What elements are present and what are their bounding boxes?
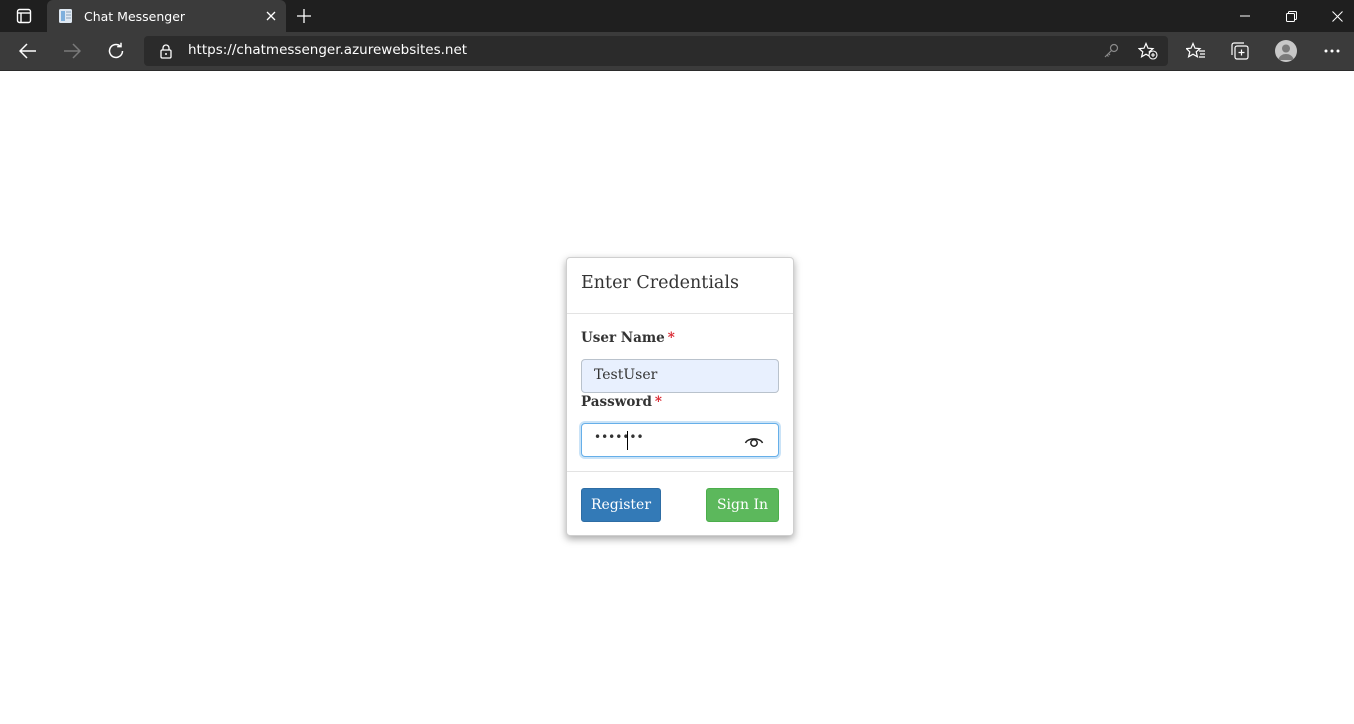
browser-tab[interactable]: Chat Messenger [47, 0, 286, 32]
back-arrow-icon[interactable] [11, 35, 45, 67]
close-window-icon[interactable] [1314, 0, 1354, 32]
password-label-text: Password [581, 394, 652, 410]
password-input[interactable]: ••••••• [581, 423, 779, 457]
password-label: Password * [581, 394, 662, 410]
profile-avatar-icon[interactable] [1270, 37, 1302, 65]
tab-title: Chat Messenger [84, 8, 186, 24]
favorites-icon[interactable] [1180, 37, 1212, 65]
tab-close-icon[interactable] [256, 0, 286, 32]
refresh-icon[interactable] [99, 35, 133, 67]
tab-actions-icon[interactable] [8, 6, 40, 26]
username-label-text: User Name [581, 330, 665, 346]
url-text[interactable]: https://chatmessenger.azurewebsites.net [188, 42, 467, 58]
sign-in-button[interactable]: Sign In [706, 488, 779, 522]
add-favorite-icon[interactable] [1137, 41, 1159, 61]
required-asterisk: * [654, 394, 662, 410]
restore-icon[interactable] [1268, 0, 1314, 32]
card-header: Enter Credentials [567, 258, 793, 314]
card-title: Enter Credentials [581, 273, 739, 293]
page-favicon-icon [59, 9, 72, 23]
password-masked-value: ••••••• [594, 430, 644, 444]
username-value: TestUser [594, 367, 658, 383]
login-card: Enter Credentials User Name * TestUser Pa… [566, 257, 794, 536]
footer-divider [567, 471, 793, 472]
username-label: User Name * [581, 330, 675, 346]
username-input[interactable]: TestUser [581, 359, 779, 393]
register-button[interactable]: Register [581, 488, 661, 522]
lock-icon[interactable] [158, 43, 174, 59]
key-icon[interactable] [1100, 41, 1122, 61]
required-asterisk: * [667, 330, 675, 346]
text-caret [627, 431, 628, 450]
browser-toolbar: https://chatmessenger.azurewebsites.net [0, 32, 1354, 71]
show-password-eye-icon[interactable] [744, 432, 764, 450]
forward-arrow-icon[interactable] [55, 35, 89, 67]
new-tab-icon[interactable] [290, 2, 318, 30]
more-options-icon[interactable] [1316, 37, 1348, 65]
collections-icon[interactable] [1224, 37, 1256, 65]
browser-titlebar: Chat Messenger [0, 0, 1354, 32]
minimize-icon[interactable] [1222, 0, 1268, 32]
address-bar[interactable]: https://chatmessenger.azurewebsites.net [144, 36, 1168, 66]
